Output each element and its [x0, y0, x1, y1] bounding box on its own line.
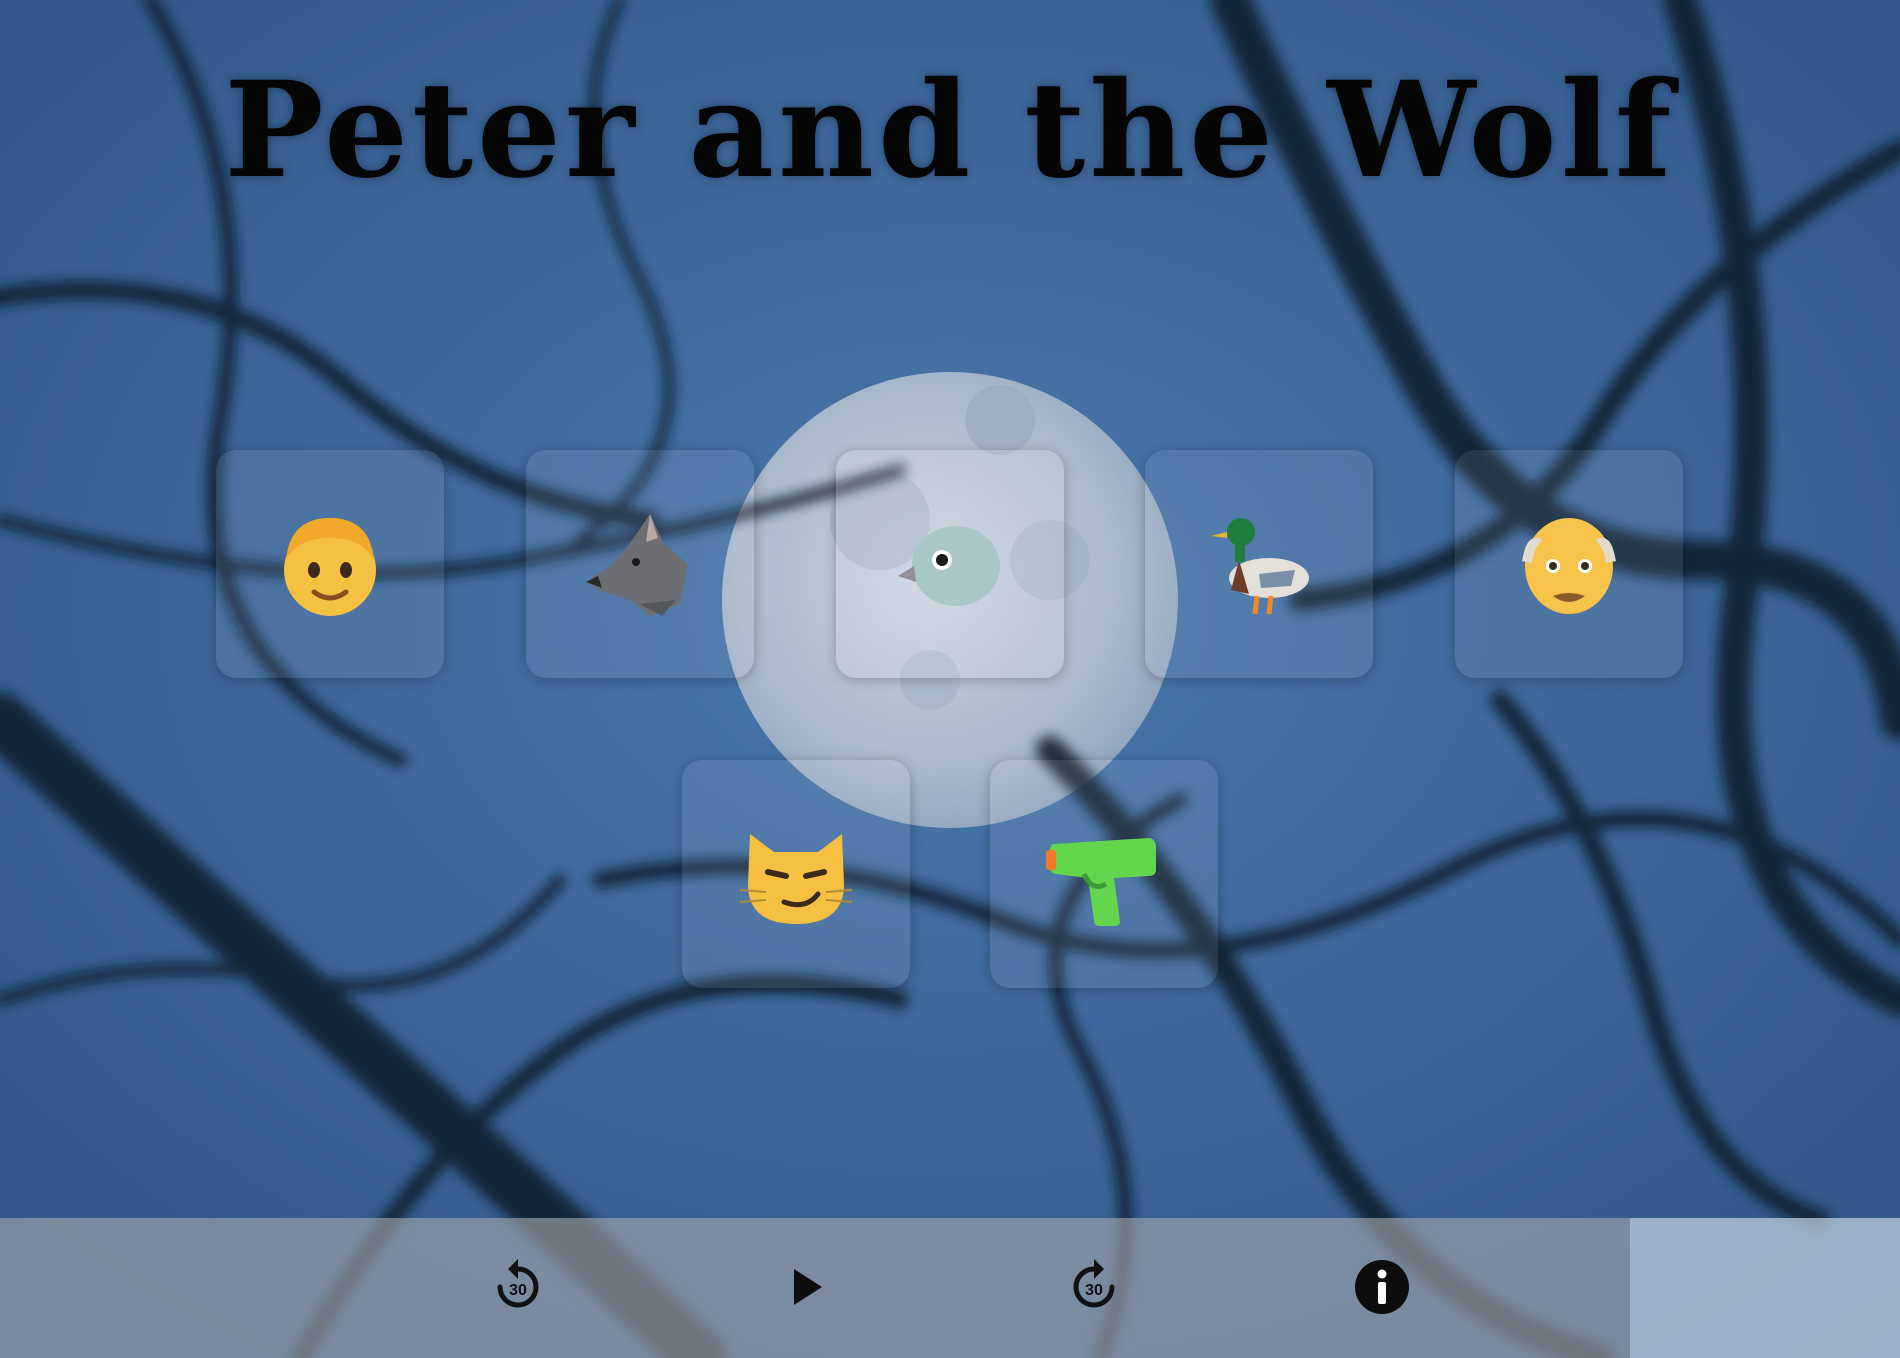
page-title: Peter and the Wolf: [224, 53, 1676, 208]
character-tile-peter[interactable]: [216, 450, 444, 678]
toolbar-side-panel: [1630, 1218, 1900, 1358]
character-tile-bird[interactable]: [836, 450, 1064, 678]
cat-icon: [739, 834, 853, 924]
rewind-icon: 30: [497, 1259, 539, 1308]
character-tile-grandfather[interactable]: [1455, 450, 1683, 678]
info-icon: [1355, 1260, 1409, 1314]
play-button[interactable]: [774, 1255, 838, 1319]
character-tile-hunters[interactable]: [990, 760, 1218, 988]
character-tile-duck[interactable]: [1145, 450, 1373, 678]
duck-icon: [1211, 518, 1309, 615]
rewind-label: 30: [509, 1282, 527, 1299]
forward-icon: 30: [1073, 1259, 1115, 1308]
play-icon: [794, 1269, 822, 1305]
bird-icon: [898, 526, 1000, 606]
old-man-icon: [1522, 518, 1616, 614]
wolf-icon: [586, 514, 688, 616]
forward-label: 30: [1085, 1282, 1103, 1299]
water-pistol-icon: [1046, 838, 1156, 926]
rewind-30-button[interactable]: 30: [486, 1255, 550, 1319]
info-button[interactable]: [1350, 1255, 1414, 1319]
forward-30-button[interactable]: 30: [1062, 1255, 1126, 1319]
character-tile-wolf[interactable]: [526, 450, 754, 678]
boy-icon: [284, 518, 376, 616]
character-tile-cat[interactable]: [682, 760, 910, 988]
